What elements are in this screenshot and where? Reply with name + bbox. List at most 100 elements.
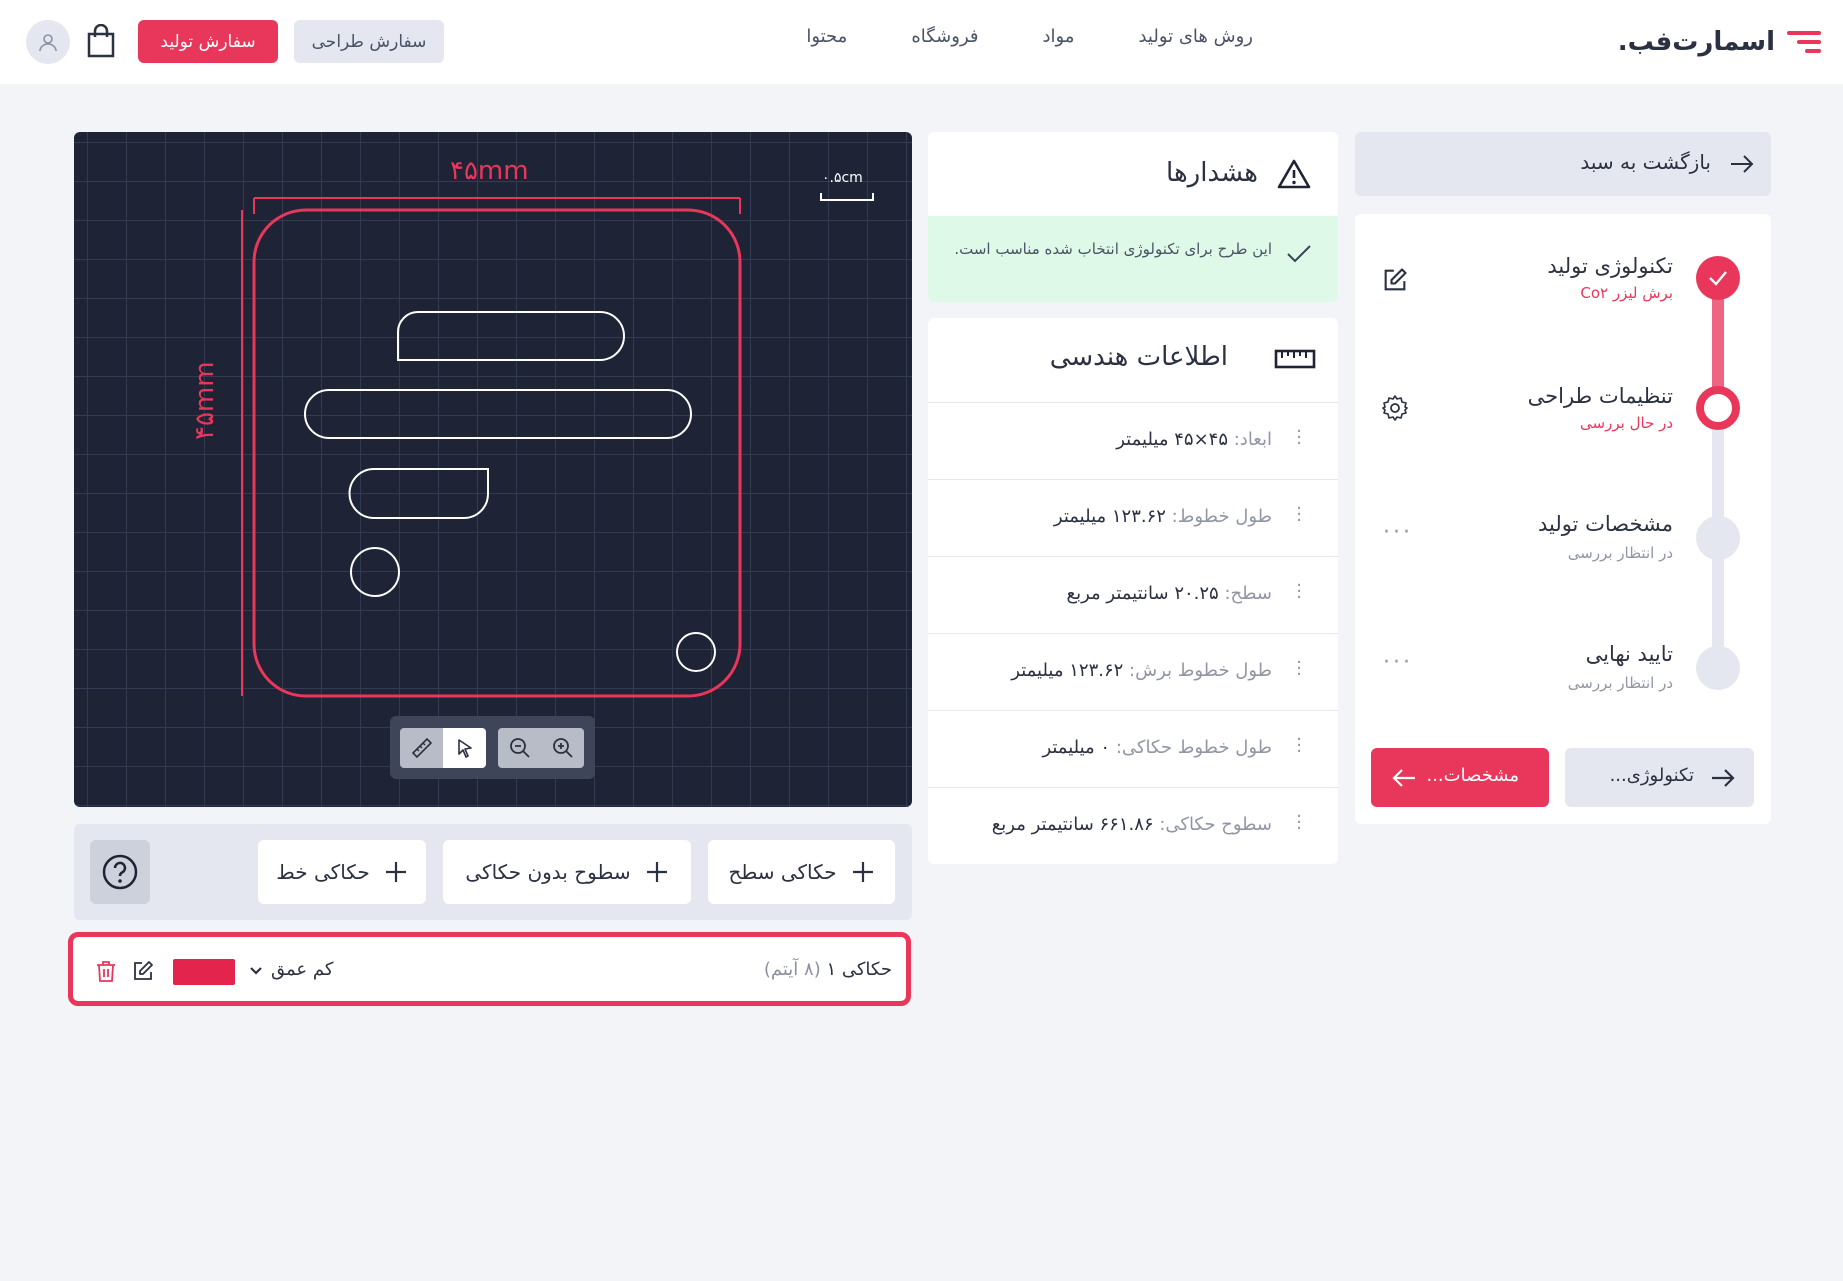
engrave-layer-row[interactable]: حکاکی ۱ (۸ آیتم) کم عمق bbox=[68, 932, 911, 1006]
geo-value: ۱۲۳.۶۲ میلیمتر bbox=[1053, 506, 1166, 527]
select-tool-button[interactable] bbox=[443, 728, 486, 768]
add-surface-engrave-label: حکاکی سطح bbox=[728, 860, 837, 884]
outer-cut-shape bbox=[252, 208, 742, 698]
ruler-icon bbox=[411, 737, 432, 759]
engrave-slot-3 bbox=[348, 468, 489, 519]
more-icon: ··· bbox=[1383, 650, 1413, 675]
add-line-engrave-button[interactable]: حکاکی خط bbox=[258, 840, 426, 904]
width-dimension-label: ۴۵mm bbox=[450, 156, 529, 186]
geo-value: ۰ میلیمتر bbox=[1042, 737, 1111, 758]
trash-icon[interactable] bbox=[95, 959, 117, 983]
order-steps: تکنولوژی تولید برش لیزر Co۲ تنظیمات طراح… bbox=[1355, 214, 1771, 824]
step-2-active-indicator bbox=[1696, 386, 1740, 430]
zoom-in-button[interactable] bbox=[541, 728, 584, 768]
geometry-row-dimensions: ابعاد: ۴۵×۴۵ میلیمتر · · · bbox=[928, 402, 1338, 479]
geo-label: سطح: bbox=[1224, 583, 1272, 604]
warnings-title: هشدارها bbox=[1166, 158, 1258, 188]
geometry-row-area: سطح: ۲۰.۲۵ سانتیمتر مربع · · · bbox=[928, 556, 1338, 633]
geo-value: ۶۶۱.۸۶ سانتیمتر مربع bbox=[991, 814, 1154, 835]
step-1-complete-indicator bbox=[1696, 256, 1740, 300]
geometry-panel: اطلاعات هندسی ابعاد: ۴۵×۴۵ میلیمتر · · · ط… bbox=[928, 318, 1338, 864]
geo-value: ۲۰.۲۵ سانتیمتر مربع bbox=[1066, 583, 1219, 604]
more-icon[interactable]: · · · bbox=[1296, 808, 1302, 838]
edit-icon[interactable] bbox=[131, 959, 155, 983]
scale-label: ۰.۵cm bbox=[822, 170, 863, 186]
check-icon bbox=[1287, 245, 1311, 263]
more-icon[interactable]: · · · bbox=[1296, 654, 1302, 684]
geo-value: ۴۵×۴۵ میلیمتر bbox=[1116, 429, 1228, 450]
geo-label: طول خطوط برش: bbox=[1129, 660, 1272, 681]
chevron-down-icon bbox=[250, 966, 262, 975]
geometry-title: اطلاعات هندسی bbox=[1049, 342, 1228, 372]
zoom-out-button[interactable] bbox=[498, 728, 541, 768]
step-4-pending-indicator bbox=[1696, 646, 1740, 690]
arrow-right-icon bbox=[1712, 769, 1735, 787]
cursor-icon bbox=[457, 739, 472, 758]
arrow-right-icon bbox=[1731, 155, 1754, 173]
zoom-in-icon bbox=[552, 738, 573, 758]
warning-icon bbox=[1277, 159, 1311, 189]
step-2-status: در حال بررسی bbox=[1580, 414, 1673, 432]
tool-group bbox=[400, 728, 486, 768]
zoom-out-icon bbox=[509, 738, 530, 758]
more-icon[interactable]: · · · bbox=[1296, 500, 1302, 530]
depth-select[interactable]: کم عمق bbox=[249, 959, 333, 980]
canvas-toolbar bbox=[390, 716, 595, 779]
check-icon bbox=[1709, 271, 1727, 286]
geometry-row-line-length: طول خطوط: ۱۲۳.۶۲ میلیمتر · · · bbox=[928, 479, 1338, 556]
engrave-action-bar: حکاکی خط سطوح بدون حکاکی حکاکی سطح bbox=[74, 824, 912, 920]
step-4-status: در انتظار بررسی bbox=[1567, 674, 1673, 692]
help-button[interactable] bbox=[90, 840, 150, 904]
plus-icon bbox=[385, 862, 406, 882]
depth-select-value: کم عمق bbox=[271, 959, 334, 980]
step-3-title: مشخصات تولید bbox=[1537, 512, 1673, 536]
engrave-slot-2 bbox=[304, 389, 692, 439]
back-to-cart-button[interactable]: بازگشت به سبد bbox=[1355, 132, 1771, 196]
geo-label: طول خطوط حکاکی: bbox=[1115, 737, 1272, 758]
next-step-button[interactable]: مشخصات... bbox=[1371, 748, 1549, 807]
help-icon bbox=[102, 854, 138, 890]
more-icon: ··· bbox=[1383, 520, 1413, 545]
add-line-engrave-label: حکاکی خط bbox=[276, 860, 370, 884]
more-icon[interactable]: · · · bbox=[1296, 423, 1302, 453]
warnings-panel: هشدارها این طرح برای تکنولوژی انتخاب شده… bbox=[928, 132, 1338, 302]
plus-icon bbox=[852, 862, 873, 882]
previous-step-button[interactable]: تکنولوژی... bbox=[1565, 748, 1754, 807]
suitability-message: این طرح برای تکنولوژی انتخاب شده مناسب ا… bbox=[928, 216, 1338, 302]
step-3-pending-indicator bbox=[1696, 516, 1740, 560]
step-4-title: تایید نهایی bbox=[1585, 642, 1673, 666]
engrave-hole-2 bbox=[676, 632, 716, 672]
geo-value: ۱۲۳.۶۲ میلیمتر bbox=[1011, 660, 1124, 681]
step-3-status: در انتظار بررسی bbox=[1567, 544, 1673, 562]
step-1-status: برش لیزر Co۲ bbox=[1580, 284, 1673, 302]
step-2-title: تنظیمات طراحی bbox=[1527, 384, 1673, 408]
ruler-icon bbox=[1274, 349, 1316, 369]
add-no-engrave-surfaces-label: سطوح بدون حکاکی bbox=[465, 860, 631, 884]
ruler-tool-button[interactable] bbox=[400, 728, 443, 768]
geometry-row-engrave-surfaces: سطوح حکاکی: ۶۶۱.۸۶ سانتیمتر مربع · · · bbox=[928, 787, 1338, 864]
geometry-row-engrave-length: طول خطوط حکاکی: ۰ میلیمتر · · · bbox=[928, 710, 1338, 787]
geo-label: سطوح حکاکی: bbox=[1159, 814, 1272, 835]
back-to-cart-label: بازگشت به سبد bbox=[1580, 150, 1711, 174]
gear-icon[interactable] bbox=[1381, 394, 1409, 422]
next-step-label: مشخصات... bbox=[1426, 765, 1519, 786]
layer-title: حکاکی ۱ bbox=[826, 959, 892, 980]
layer-color-swatch[interactable] bbox=[173, 959, 235, 985]
engrave-hole-1 bbox=[350, 547, 400, 597]
geometry-row-cut-length: طول خطوط برش: ۱۲۳.۶۲ میلیمتر · · · bbox=[928, 633, 1338, 710]
step-1-title: تکنولوژی تولید bbox=[1547, 254, 1673, 278]
height-dimension-label: ۴۵mm bbox=[190, 361, 220, 440]
more-icon[interactable]: · · · bbox=[1296, 577, 1302, 607]
plus-icon bbox=[646, 862, 667, 882]
previous-step-label: تکنولوژی... bbox=[1609, 765, 1694, 786]
edit-icon[interactable] bbox=[1381, 266, 1409, 294]
layer-name: حکاکی ۱ (۸ آیتم) bbox=[764, 959, 892, 980]
add-no-engrave-surfaces-button[interactable]: سطوح بدون حکاکی bbox=[443, 840, 691, 904]
more-icon[interactable]: · · · bbox=[1296, 731, 1302, 761]
geo-label: طول خطوط: bbox=[1171, 506, 1272, 527]
add-surface-engrave-button[interactable]: حکاکی سطح bbox=[708, 840, 895, 904]
layer-item-count: (۸ آیتم) bbox=[763, 959, 821, 980]
engrave-slot-1 bbox=[397, 311, 625, 361]
arrow-left-icon bbox=[1392, 769, 1415, 787]
zoom-group bbox=[498, 728, 584, 768]
